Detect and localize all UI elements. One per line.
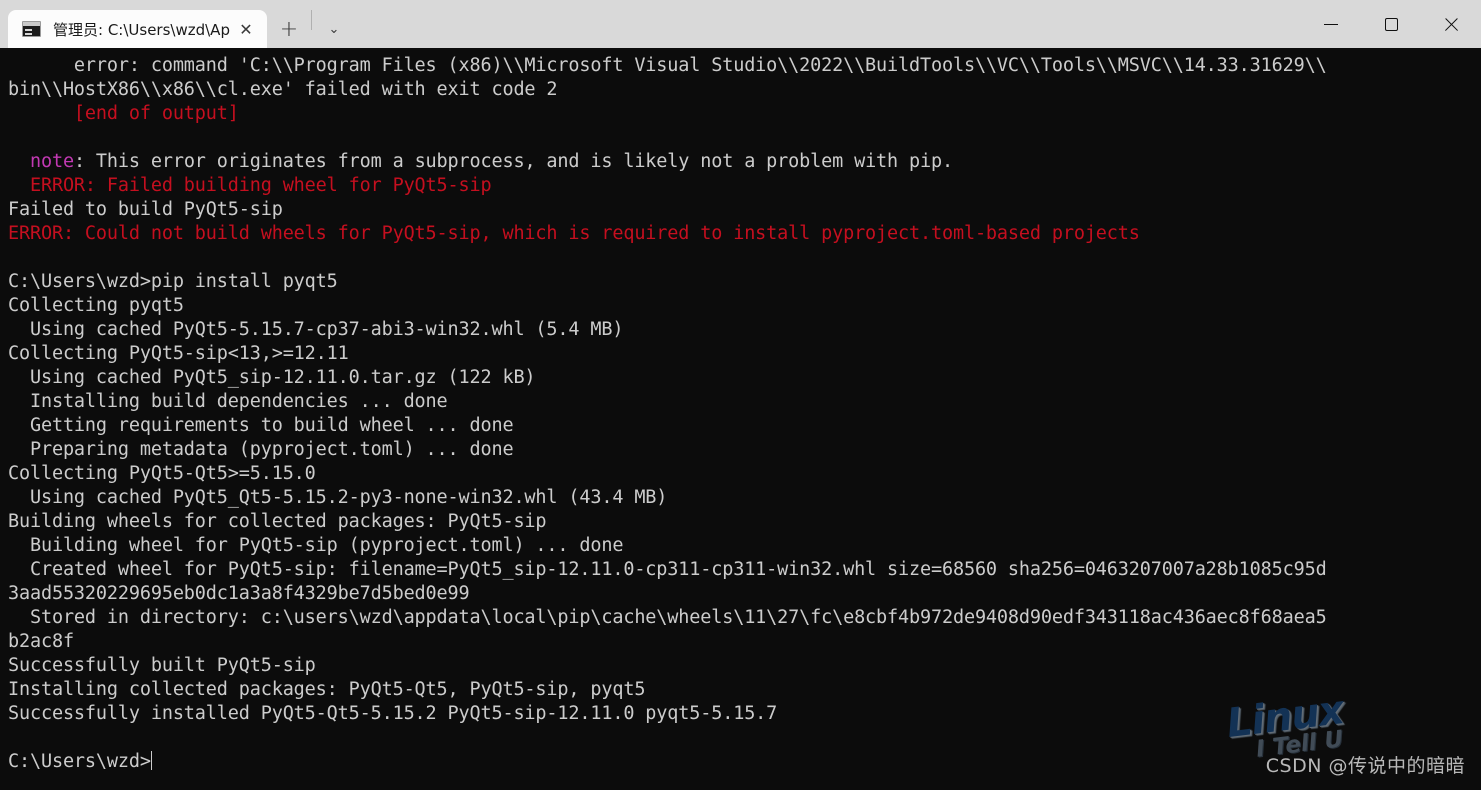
terminal-line: Failed to build PyQt5-sip (8, 198, 1481, 222)
terminal-text: Successfully built PyQt5-sip (8, 655, 316, 676)
terminal-line: error: command 'C:\\Program Files (x86)\… (8, 54, 1481, 78)
terminal-text: Failed to build PyQt5-sip (8, 199, 283, 220)
tab-strip: 管理员: C:\Users\wzd\AppDat ✕ + ⌄ (0, 0, 356, 48)
terminal-line: Collecting PyQt5-sip<13,>=12.11 (8, 342, 1481, 366)
console-icon (22, 21, 41, 37)
terminal-line: ERROR: Could not build wheels for PyQt5-… (8, 222, 1481, 246)
terminal-text: Preparing metadata (pyproject.toml) ... … (8, 439, 514, 460)
terminal-text: bin\\HostX86\\x86\\cl.exe' failed with e… (8, 79, 558, 100)
terminal-text: Getting requirements to build wheel ... … (8, 415, 514, 436)
terminal-line: Successfully built PyQt5-sip (8, 654, 1481, 678)
terminal-line: Collecting PyQt5-Qt5>=5.15.0 (8, 462, 1481, 486)
minimize-icon (1324, 23, 1338, 25)
terminal-line: Building wheels for collected packages: … (8, 510, 1481, 534)
terminal-text: Building wheels for collected packages: … (8, 511, 547, 532)
terminal-line: Installing collected packages: PyQt5-Qt5… (8, 678, 1481, 702)
terminal-text: Collecting pyqt5 (8, 295, 184, 316)
minimize-button[interactable] (1301, 0, 1361, 48)
terminal-line: Building wheel for PyQt5-sip (pyproject.… (8, 534, 1481, 558)
terminal-line: Getting requirements to build wheel ... … (8, 414, 1481, 438)
maximize-icon (1384, 17, 1398, 31)
text-cursor (150, 751, 153, 770)
terminal-text: Successfully installed PyQt5-Qt5-5.15.2 … (8, 703, 778, 724)
terminal-line: Preparing metadata (pyproject.toml) ... … (8, 438, 1481, 462)
terminal-text: Collecting PyQt5-sip<13,>=12.11 (8, 343, 349, 364)
terminal-text: : This error originates from a subproces… (73, 151, 953, 172)
terminal-text: C:\Users\wzd> (8, 751, 151, 772)
terminal-text: ERROR: Could not build wheels for PyQt5-… (8, 223, 1140, 244)
terminal-line: 3aad55320229695eb0dc1a3a8f4329be7d5bed0e… (8, 582, 1481, 606)
terminal-text: Stored in directory: c:\users\wzd\appdat… (8, 607, 1327, 628)
terminal-text: error: command 'C:\\Program Files (x86)\… (8, 55, 1327, 76)
terminal-line: bin\\HostX86\\x86\\cl.exe' failed with e… (8, 78, 1481, 102)
terminal-line: C:\Users\wzd> (8, 750, 1481, 774)
terminal-output: error: command 'C:\\Program Files (x86)\… (0, 54, 1481, 774)
terminal-text: Collecting PyQt5-Qt5>=5.15.0 (8, 463, 316, 484)
terminal-line: Using cached PyQt5_Qt5-5.15.2-py3-none-w… (8, 486, 1481, 510)
terminal-line: ERROR: Failed building wheel for PyQt5-s… (8, 174, 1481, 198)
terminal-text: Using cached PyQt5_Qt5-5.15.2-py3-none-w… (8, 487, 668, 508)
terminal-line: Successfully installed PyQt5-Qt5-5.15.2 … (8, 702, 1481, 726)
window-controls (1301, 0, 1481, 48)
terminal-line: Stored in directory: c:\users\wzd\appdat… (8, 606, 1481, 630)
chevron-down-icon[interactable]: ⌄ (312, 10, 356, 48)
terminal-tab[interactable]: 管理员: C:\Users\wzd\AppDat ✕ (8, 10, 267, 48)
tab-title: 管理员: C:\Users\wzd\AppDat (53, 20, 231, 39)
terminal-text: 3aad55320229695eb0dc1a3a8f4329be7d5bed0e… (8, 583, 470, 604)
title-bar: 管理员: C:\Users\wzd\AppDat ✕ + ⌄ (0, 0, 1481, 48)
terminal-line: C:\Users\wzd>pip install pyqt5 (8, 270, 1481, 294)
terminal-text: Building wheel for PyQt5-sip (pyproject.… (8, 535, 624, 556)
terminal-line: note: This error originates from a subpr… (8, 150, 1481, 174)
close-icon (1444, 17, 1459, 32)
terminal-text: C:\Users\wzd>pip install pyqt5 (8, 271, 338, 292)
close-window-button[interactable] (1421, 0, 1481, 48)
terminal-line: Using cached PyQt5_sip-12.11.0.tar.gz (1… (8, 366, 1481, 390)
terminal-line: Installing build dependencies ... done (8, 390, 1481, 414)
terminal-line: Created wheel for PyQt5-sip: filename=Py… (8, 558, 1481, 582)
terminal-viewport[interactable]: Linux I Tell U error: command 'C:\\Progr… (0, 48, 1481, 790)
terminal-text: ERROR: Failed building wheel for PyQt5-s… (8, 175, 492, 196)
terminal-text: Installing collected packages: PyQt5-Qt5… (8, 679, 646, 700)
terminal-text: [end of output] (8, 103, 239, 124)
terminal-line: b2ac8f (8, 630, 1481, 654)
maximize-button[interactable] (1361, 0, 1421, 48)
terminal-text: Installing build dependencies ... done (8, 391, 448, 412)
close-tab-icon[interactable]: ✕ (231, 15, 261, 43)
terminal-line: [end of output] (8, 102, 1481, 126)
terminal-text: Using cached PyQt5-5.15.7-cp37-abi3-win3… (8, 319, 624, 340)
terminal-line: Collecting pyqt5 (8, 294, 1481, 318)
terminal-line: Using cached PyQt5-5.15.7-cp37-abi3-win3… (8, 318, 1481, 342)
new-tab-button[interactable]: + (267, 10, 311, 48)
terminal-text: note (8, 151, 74, 172)
terminal-text: b2ac8f (8, 631, 74, 652)
terminal-text: Created wheel for PyQt5-sip: filename=Py… (8, 559, 1327, 580)
terminal-text: Using cached PyQt5_sip-12.11.0.tar.gz (1… (8, 367, 536, 388)
